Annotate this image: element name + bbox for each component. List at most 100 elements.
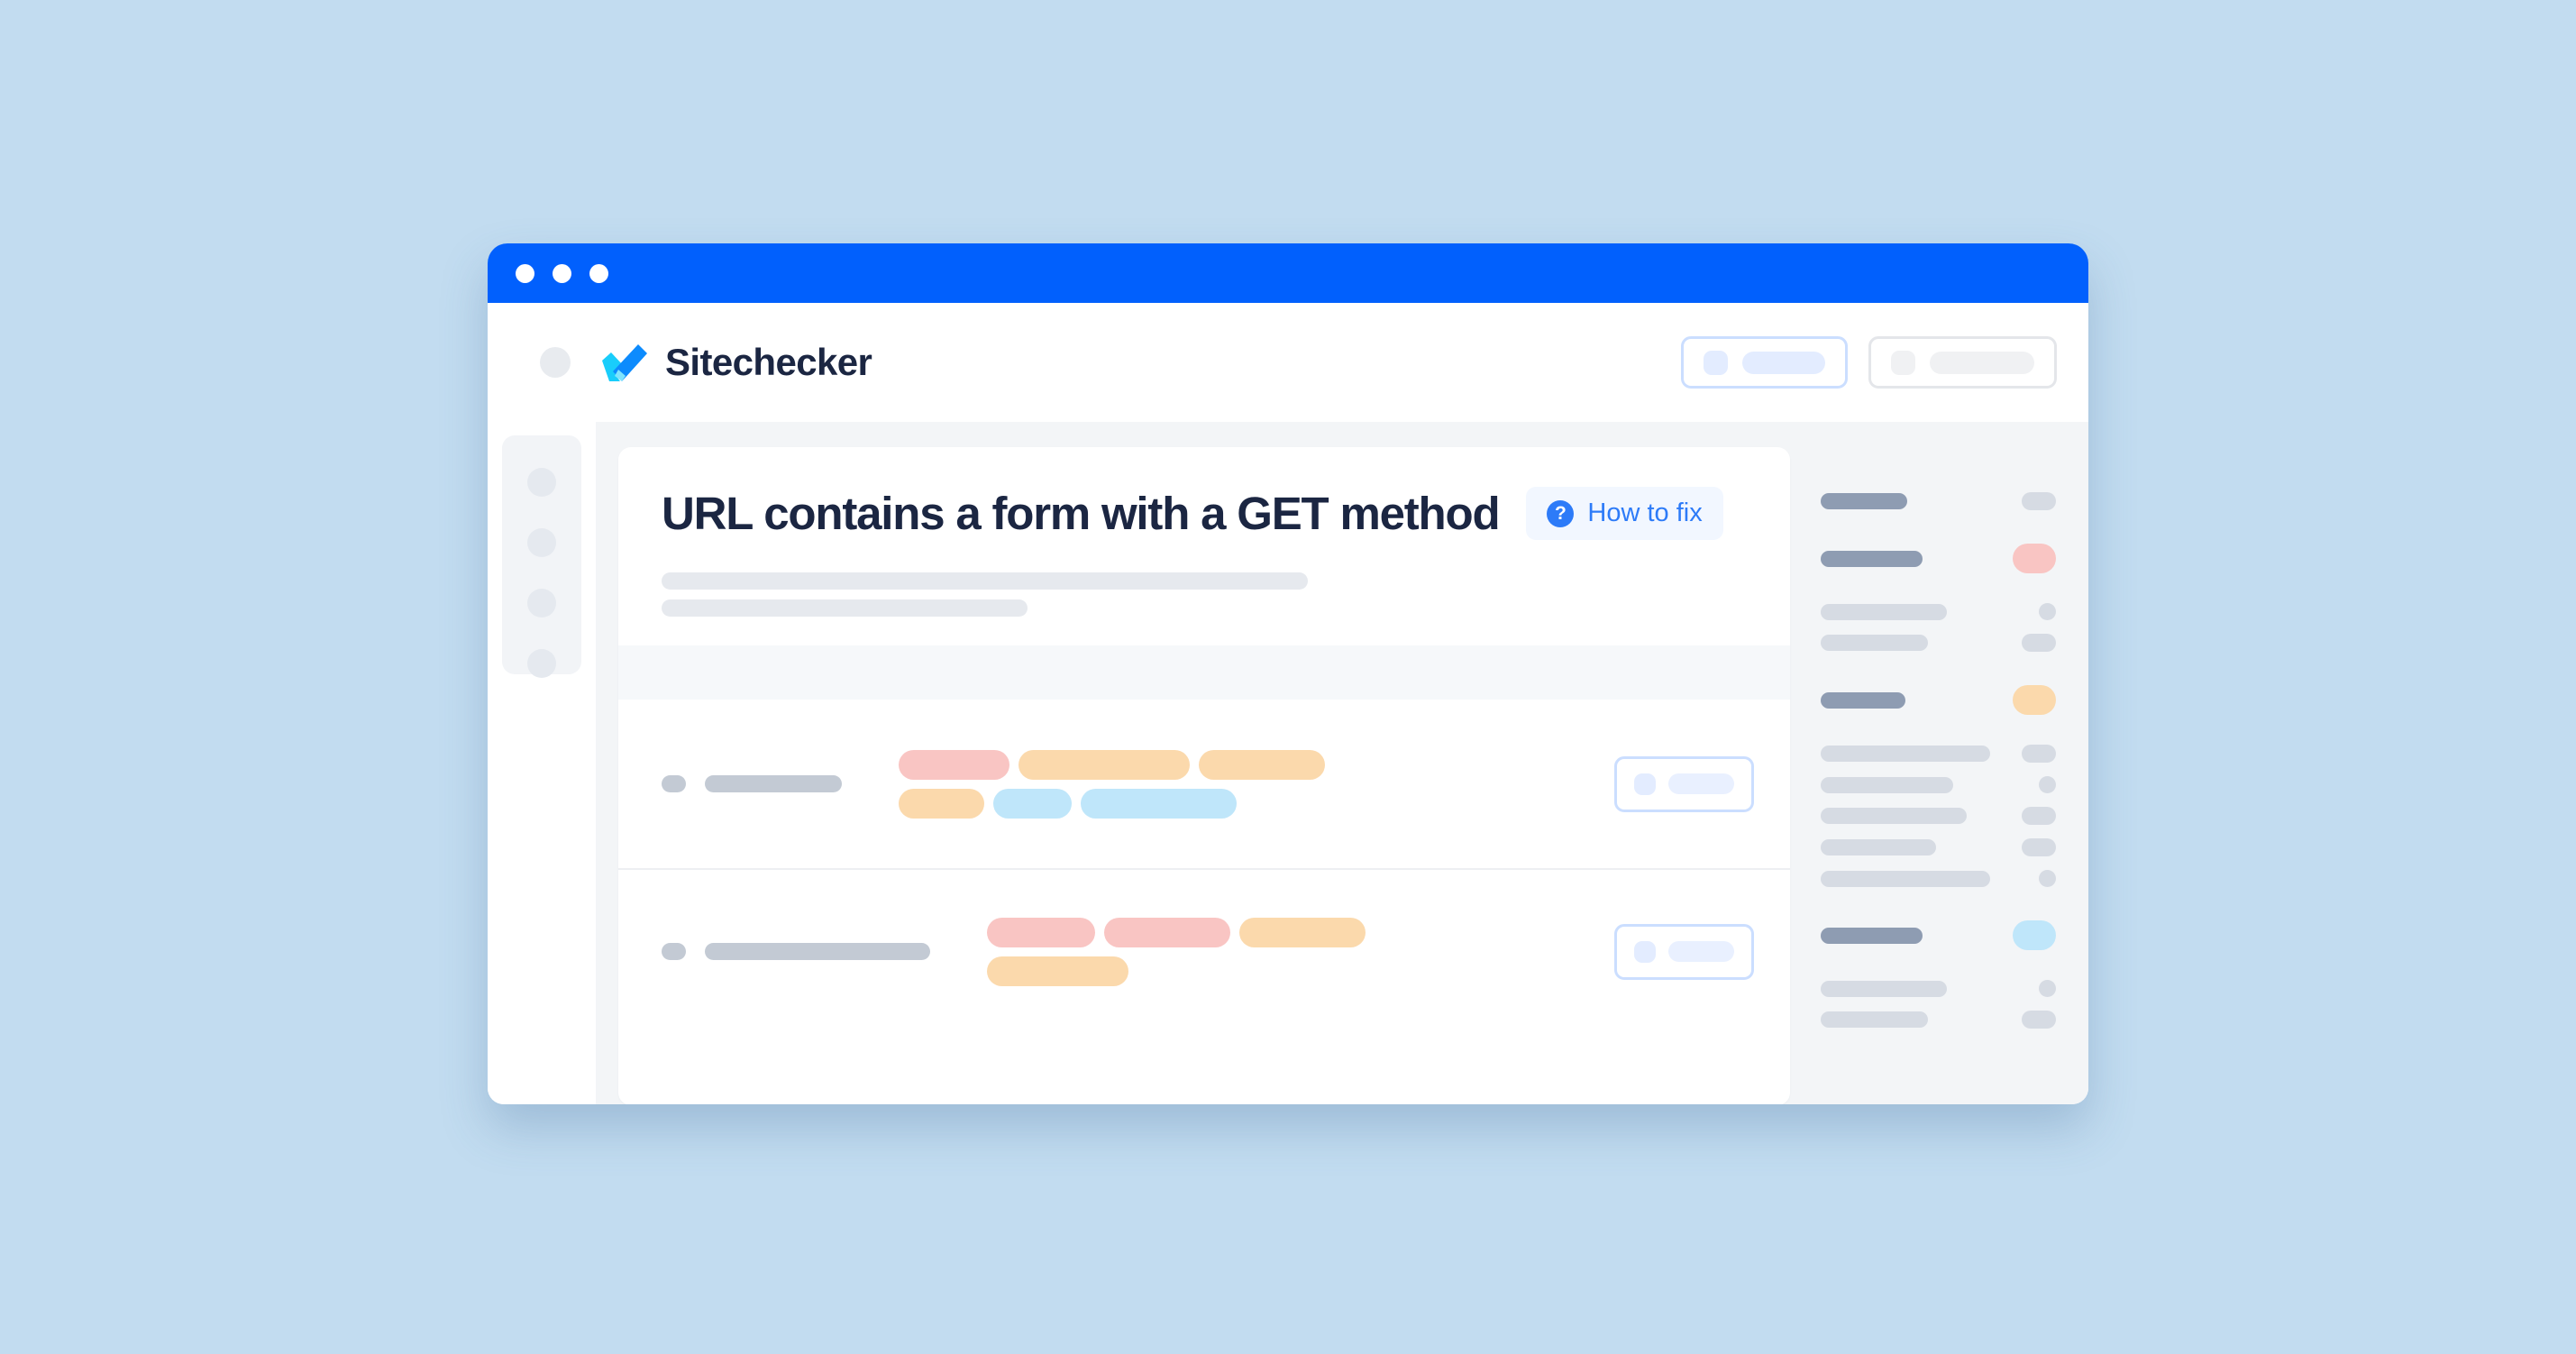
row-action-button[interactable] <box>1614 755 1754 812</box>
status-badge <box>2022 1011 2056 1029</box>
sidebar-item-2[interactable] <box>527 528 556 557</box>
list-item[interactable] <box>1821 870 2056 887</box>
status-badge <box>2022 634 2056 652</box>
status-badge-critical <box>2013 544 2056 573</box>
table-header-strip <box>618 645 1790 700</box>
list-item[interactable] <box>1821 603 2056 620</box>
list-item-label-placeholder <box>1821 550 1923 567</box>
chip-red[interactable] <box>987 917 1095 947</box>
row-url-placeholder <box>705 943 930 960</box>
row-status-dot-icon <box>662 943 686 960</box>
avatar[interactable] <box>540 347 571 378</box>
list-item-label-placeholder <box>1821 839 1936 855</box>
header-primary-button-icon <box>1704 350 1728 375</box>
chip-amber[interactable] <box>987 956 1128 986</box>
list-item-label-placeholder <box>1821 927 1923 944</box>
row-action-icon <box>1634 773 1656 795</box>
list-item[interactable] <box>1821 807 2056 825</box>
brand-logo[interactable]: Sitechecker <box>600 341 872 384</box>
chip-red[interactable] <box>1104 917 1230 947</box>
list-item[interactable] <box>1821 492 2056 510</box>
sidebar-item-4[interactable] <box>527 649 556 678</box>
header-secondary-button-label-placeholder <box>1930 351 2034 374</box>
window-close-dot-icon[interactable] <box>516 263 534 283</box>
right-panel-group-3 <box>1821 685 2056 887</box>
list-item[interactable] <box>1821 920 2056 950</box>
right-panel <box>1777 422 2088 1104</box>
chip-amber[interactable] <box>899 788 984 819</box>
chip-blue[interactable] <box>993 788 1072 819</box>
header-secondary-button[interactable] <box>1868 336 2057 389</box>
window-minimize-dot-icon[interactable] <box>553 263 571 283</box>
title-row: URL contains a form with a GET method ? … <box>662 487 1747 540</box>
browser-window: Sitechecker URL contains a form with a G… <box>488 243 2088 1104</box>
list-item[interactable] <box>1821 634 2056 652</box>
chip-amber[interactable] <box>1239 917 1366 947</box>
row-chip-group <box>899 749 1358 819</box>
description-line-2 <box>662 599 1028 617</box>
list-item[interactable] <box>1821 685 2056 715</box>
list-item-label-placeholder <box>1821 746 1990 762</box>
list-item-label-placeholder <box>1821 808 1967 824</box>
header-actions <box>1681 336 2057 389</box>
row-url-placeholder <box>705 775 842 792</box>
table-row-label <box>662 943 930 960</box>
sidebar-item-3[interactable] <box>527 589 556 618</box>
list-item-label-placeholder <box>1821 493 1907 509</box>
brand-name: Sitechecker <box>665 341 872 383</box>
list-item[interactable] <box>1821 980 2056 997</box>
chip-red[interactable] <box>899 749 1009 780</box>
status-badge-warning <box>2013 685 2056 715</box>
chip-amber[interactable] <box>1019 749 1190 780</box>
list-item[interactable] <box>1821 1011 2056 1029</box>
sidebar-item-1[interactable] <box>527 468 556 497</box>
how-to-fix-button[interactable]: ? How to fix <box>1526 487 1723 540</box>
status-badge <box>2022 807 2056 825</box>
description-placeholder <box>662 572 1747 617</box>
list-item-label-placeholder <box>1821 776 1953 793</box>
list-item[interactable] <box>1821 544 2056 573</box>
row-action-icon <box>1634 940 1656 963</box>
list-item[interactable] <box>1821 745 2056 763</box>
status-badge <box>2022 745 2056 763</box>
list-item-label-placeholder <box>1821 980 1947 997</box>
row-chip-group <box>987 917 1447 986</box>
question-mark-icon: ? <box>1547 499 1575 527</box>
list-item-label-placeholder <box>1821 691 1905 709</box>
right-panel-group-1 <box>1821 492 2056 510</box>
chip-amber[interactable] <box>1199 749 1325 780</box>
list-item-label-placeholder <box>1821 1011 1928 1028</box>
left-sidebar <box>488 422 596 1104</box>
row-status-dot-icon <box>662 775 686 792</box>
list-item[interactable] <box>1821 776 2056 793</box>
table-row-label <box>662 775 842 792</box>
header-primary-button-label-placeholder <box>1742 351 1825 374</box>
chip-blue[interactable] <box>1081 788 1237 819</box>
row-action-label-placeholder <box>1668 941 1734 962</box>
page-title: URL contains a form with a GET method <box>662 488 1501 539</box>
app-body: URL contains a form with a GET method ? … <box>488 422 2088 1104</box>
window-maximize-dot-icon[interactable] <box>589 263 608 283</box>
left-sidebar-panel <box>502 435 581 678</box>
status-badge <box>2039 776 2056 793</box>
list-item-label-placeholder <box>1821 603 1947 620</box>
header-secondary-button-icon <box>1891 350 1915 375</box>
table-row[interactable] <box>618 868 1790 1035</box>
issue-card-header: URL contains a form with a GET method ? … <box>618 447 1790 617</box>
status-badge <box>2022 838 2056 856</box>
right-panel-group-2 <box>1821 544 2056 652</box>
how-to-fix-label: How to fix <box>1587 499 1703 527</box>
list-item[interactable] <box>1821 838 2056 856</box>
table-row[interactable] <box>618 700 1790 868</box>
status-badge-info <box>2013 920 2056 950</box>
header-primary-button[interactable] <box>1681 336 1848 389</box>
description-line-1 <box>662 572 1308 590</box>
browser-title-bar <box>488 243 2088 303</box>
row-action-button[interactable] <box>1614 923 1754 980</box>
status-badge <box>2039 980 2056 997</box>
row-action-label-placeholder <box>1668 773 1734 794</box>
list-item-label-placeholder <box>1821 870 1990 887</box>
status-badge <box>2039 870 2056 887</box>
